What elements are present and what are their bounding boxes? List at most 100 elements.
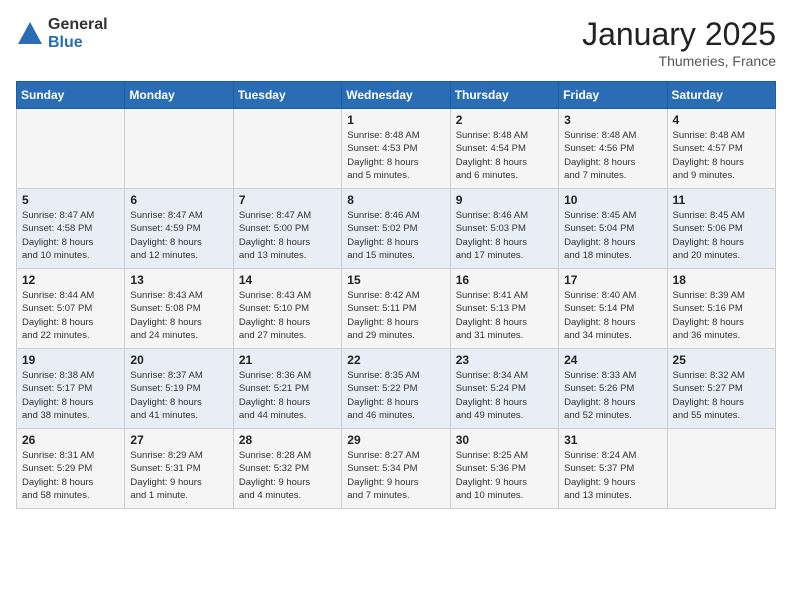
header-day-thursday: Thursday — [450, 82, 558, 109]
logo: General Blue — [16, 16, 108, 51]
cell-info: Sunrise: 8:41 AM Sunset: 5:13 PM Dayligh… — [456, 289, 553, 342]
calendar-cell: 6 Sunrise: 8:47 AM Sunset: 4:59 PM Daylig… — [125, 189, 233, 269]
calendar-cell: 14Sunrise: 8:43 AM Sunset: 5:10 PM Dayli… — [233, 269, 341, 349]
day-number: 4 — [673, 113, 770, 127]
calendar-cell: 30 Sunrise: 8:25 AM Sunset: 5:36 PM Dayli… — [450, 429, 558, 509]
header-day-friday: Friday — [559, 82, 667, 109]
cell-info: Sunrise: 8:45 AM Sunset: 5:04 PM Dayligh… — [564, 209, 661, 262]
day-number: 8 — [347, 193, 444, 207]
header-day-wednesday: Wednesday — [342, 82, 450, 109]
day-number: 24 — [564, 353, 661, 367]
calendar-body: 1 Sunrise: 8:48 AM Sunset: 4:53 PM Daylig… — [17, 109, 776, 509]
day-number: 11 — [673, 193, 770, 207]
day-number: 13 — [130, 273, 227, 287]
day-number: 29 — [347, 433, 444, 447]
day-number: 20 — [130, 353, 227, 367]
header-day-sunday: Sunday — [17, 82, 125, 109]
calendar-cell: 3Sunrise: 8:48 AM Sunset: 4:56 PM Daylig… — [559, 109, 667, 189]
day-number: 5 — [22, 193, 119, 207]
calendar-week-3: 12 Sunrise: 8:44 AM Sunset: 5:07 PM Dayli… — [17, 269, 776, 349]
page-header: General Blue January 2025 Thumeries, Fra… — [16, 16, 776, 69]
calendar-cell: 25Sunrise: 8:32 AM Sunset: 5:27 PM Dayli… — [667, 349, 775, 429]
cell-info: Sunrise: 8:34 AM Sunset: 5:24 PM Dayligh… — [456, 369, 553, 422]
cell-info: Sunrise: 8:48 AM Sunset: 4:54 PM Dayligh… — [456, 129, 553, 182]
cell-info: Sunrise: 8:40 AM Sunset: 5:14 PM Dayligh… — [564, 289, 661, 342]
day-number: 15 — [347, 273, 444, 287]
cell-info: Sunrise: 8:48 AM Sunset: 4:53 PM Dayligh… — [347, 129, 444, 182]
day-number: 9 — [456, 193, 553, 207]
cell-info: Sunrise: 8:37 AM Sunset: 5:19 PM Dayligh… — [130, 369, 227, 422]
calendar-cell: 12 Sunrise: 8:44 AM Sunset: 5:07 PM Dayli… — [17, 269, 125, 349]
calendar-week-4: 19Sunrise: 8:38 AM Sunset: 5:17 PM Dayli… — [17, 349, 776, 429]
calendar-cell: 17 Sunrise: 8:40 AM Sunset: 5:14 PM Dayli… — [559, 269, 667, 349]
calendar-cell: 10 Sunrise: 8:45 AM Sunset: 5:04 PM Dayli… — [559, 189, 667, 269]
calendar-cell: 15 Sunrise: 8:42 AM Sunset: 5:11 PM Dayli… — [342, 269, 450, 349]
calendar-cell: 1 Sunrise: 8:48 AM Sunset: 4:53 PM Daylig… — [342, 109, 450, 189]
day-number: 21 — [239, 353, 336, 367]
calendar-cell: 24Sunrise: 8:33 AM Sunset: 5:26 PM Dayli… — [559, 349, 667, 429]
cell-info: Sunrise: 8:32 AM Sunset: 5:27 PM Dayligh… — [673, 369, 770, 422]
day-number: 12 — [22, 273, 119, 287]
day-number: 7 — [239, 193, 336, 207]
logo-blue: Blue — [48, 34, 108, 52]
logo-text: General Blue — [48, 16, 108, 51]
cell-info: Sunrise: 8:25 AM Sunset: 5:36 PM Dayligh… — [456, 449, 553, 502]
day-number: 14 — [239, 273, 336, 287]
calendar-cell: 28Sunrise: 8:28 AM Sunset: 5:32 PM Dayli… — [233, 429, 341, 509]
calendar-cell: 29 Sunrise: 8:27 AM Sunset: 5:34 PM Dayli… — [342, 429, 450, 509]
header-day-tuesday: Tuesday — [233, 82, 341, 109]
month-title: January 2025 — [582, 16, 776, 53]
cell-info: Sunrise: 8:31 AM Sunset: 5:29 PM Dayligh… — [22, 449, 119, 502]
cell-info: Sunrise: 8:48 AM Sunset: 4:56 PM Dayligh… — [564, 129, 661, 182]
calendar-cell: 8 Sunrise: 8:46 AM Sunset: 5:02 PM Daylig… — [342, 189, 450, 269]
calendar-cell: 5 Sunrise: 8:47 AM Sunset: 4:58 PM Daylig… — [17, 189, 125, 269]
cell-info: Sunrise: 8:47 AM Sunset: 4:59 PM Dayligh… — [130, 209, 227, 262]
calendar-cell: 11Sunrise: 8:45 AM Sunset: 5:06 PM Dayli… — [667, 189, 775, 269]
calendar-cell: 4 Sunrise: 8:48 AM Sunset: 4:57 PM Daylig… — [667, 109, 775, 189]
day-number: 17 — [564, 273, 661, 287]
logo-general: General — [48, 16, 108, 34]
calendar-cell: 21 Sunrise: 8:36 AM Sunset: 5:21 PM Dayli… — [233, 349, 341, 429]
calendar-cell: 7 Sunrise: 8:47 AM Sunset: 5:00 PM Daylig… — [233, 189, 341, 269]
calendar-week-2: 5 Sunrise: 8:47 AM Sunset: 4:58 PM Daylig… — [17, 189, 776, 269]
day-number: 2 — [456, 113, 553, 127]
calendar-cell: 16 Sunrise: 8:41 AM Sunset: 5:13 PM Dayli… — [450, 269, 558, 349]
cell-info: Sunrise: 8:44 AM Sunset: 5:07 PM Dayligh… — [22, 289, 119, 342]
header-day-monday: Monday — [125, 82, 233, 109]
day-number: 10 — [564, 193, 661, 207]
cell-info: Sunrise: 8:46 AM Sunset: 5:02 PM Dayligh… — [347, 209, 444, 262]
day-number: 18 — [673, 273, 770, 287]
cell-info: Sunrise: 8:47 AM Sunset: 5:00 PM Dayligh… — [239, 209, 336, 262]
cell-info: Sunrise: 8:46 AM Sunset: 5:03 PM Dayligh… — [456, 209, 553, 262]
day-number: 6 — [130, 193, 227, 207]
cell-info: Sunrise: 8:36 AM Sunset: 5:21 PM Dayligh… — [239, 369, 336, 422]
calendar-table: SundayMondayTuesdayWednesdayThursdayFrid… — [16, 81, 776, 509]
day-number: 27 — [130, 433, 227, 447]
header-row: SundayMondayTuesdayWednesdayThursdayFrid… — [17, 82, 776, 109]
cell-info: Sunrise: 8:35 AM Sunset: 5:22 PM Dayligh… — [347, 369, 444, 422]
calendar-cell — [125, 109, 233, 189]
day-number: 26 — [22, 433, 119, 447]
cell-info: Sunrise: 8:42 AM Sunset: 5:11 PM Dayligh… — [347, 289, 444, 342]
calendar-cell: 27Sunrise: 8:29 AM Sunset: 5:31 PM Dayli… — [125, 429, 233, 509]
day-number: 31 — [564, 433, 661, 447]
calendar-cell: 13Sunrise: 8:43 AM Sunset: 5:08 PM Dayli… — [125, 269, 233, 349]
day-number: 30 — [456, 433, 553, 447]
day-number: 23 — [456, 353, 553, 367]
cell-info: Sunrise: 8:39 AM Sunset: 5:16 PM Dayligh… — [673, 289, 770, 342]
calendar-cell: 23 Sunrise: 8:34 AM Sunset: 5:24 PM Dayli… — [450, 349, 558, 429]
cell-info: Sunrise: 8:27 AM Sunset: 5:34 PM Dayligh… — [347, 449, 444, 502]
calendar-cell: 31Sunrise: 8:24 AM Sunset: 5:37 PM Dayli… — [559, 429, 667, 509]
calendar-cell: 26 Sunrise: 8:31 AM Sunset: 5:29 PM Dayli… — [17, 429, 125, 509]
calendar-cell: 19Sunrise: 8:38 AM Sunset: 5:17 PM Dayli… — [17, 349, 125, 429]
day-number: 16 — [456, 273, 553, 287]
day-number: 28 — [239, 433, 336, 447]
calendar-cell — [667, 429, 775, 509]
cell-info: Sunrise: 8:48 AM Sunset: 4:57 PM Dayligh… — [673, 129, 770, 182]
logo-icon — [16, 20, 44, 48]
calendar-cell: 20 Sunrise: 8:37 AM Sunset: 5:19 PM Dayli… — [125, 349, 233, 429]
calendar-cell: 18 Sunrise: 8:39 AM Sunset: 5:16 PM Dayli… — [667, 269, 775, 349]
day-number: 1 — [347, 113, 444, 127]
cell-info: Sunrise: 8:47 AM Sunset: 4:58 PM Dayligh… — [22, 209, 119, 262]
calendar-week-5: 26 Sunrise: 8:31 AM Sunset: 5:29 PM Dayli… — [17, 429, 776, 509]
